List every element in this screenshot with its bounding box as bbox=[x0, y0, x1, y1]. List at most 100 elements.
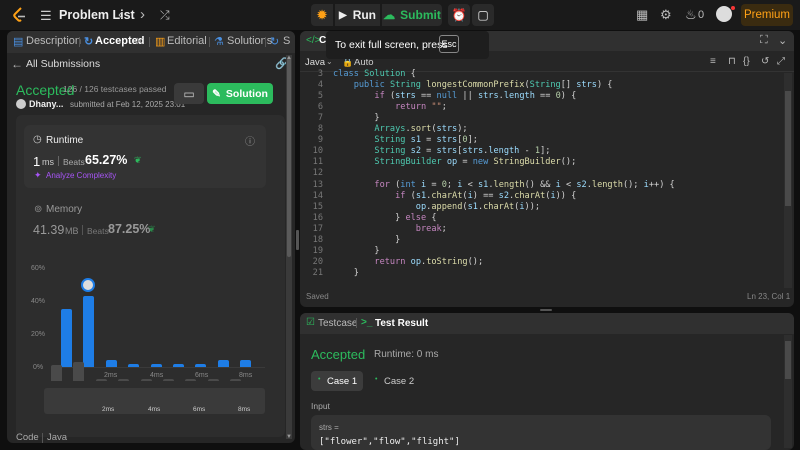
tab-description[interactable]: Description bbox=[26, 35, 81, 47]
user-avatar bbox=[16, 99, 26, 109]
case-1-label: Case 1 bbox=[327, 376, 358, 387]
line-number: 4 bbox=[317, 80, 323, 90]
y-tick: 20% bbox=[31, 331, 46, 338]
histogram-bar[interactable] bbox=[173, 363, 184, 367]
histogram-bar[interactable] bbox=[83, 296, 95, 367]
range-tick: 6ms bbox=[193, 406, 206, 413]
left-scrollbar-thumb[interactable] bbox=[287, 57, 291, 257]
line-number: 13 bbox=[312, 180, 323, 190]
notebook-button[interactable]: ▭ bbox=[174, 83, 204, 104]
submission-panel: ▤ Description ↻ Accepted ✕ ▥ Editorial ⚗… bbox=[7, 31, 295, 443]
cursor-position: Ln 23, Col 1 bbox=[747, 292, 791, 301]
book-icon: ▭ bbox=[183, 86, 195, 101]
bookmark-icon[interactable]: ⊓ bbox=[728, 56, 736, 67]
runtime-beats-label: Beats bbox=[63, 157, 85, 167]
username[interactable]: Dhany... bbox=[29, 99, 63, 109]
histogram-bar[interactable] bbox=[61, 309, 72, 367]
range-tick: 2ms bbox=[102, 406, 115, 413]
language-select[interactable]: Java bbox=[305, 57, 325, 68]
param-name: strs = bbox=[319, 423, 339, 432]
layout-icon[interactable]: ▦ bbox=[636, 7, 648, 23]
input-box: strs = ["flower","flow","flight"] bbox=[311, 415, 771, 450]
cloud-upload-icon: ☁ bbox=[383, 8, 396, 22]
code-line: if (strs == null || strs.length == 0) { bbox=[374, 91, 577, 101]
histogram-bar[interactable] bbox=[217, 360, 229, 367]
saved-status: Saved bbox=[306, 292, 329, 301]
problem-list-title[interactable]: Problem List bbox=[59, 8, 135, 22]
histogram-bar[interactable] bbox=[105, 360, 117, 367]
tab-test-result[interactable]: Test Result bbox=[375, 318, 428, 329]
tab-separator bbox=[209, 37, 210, 47]
reset-code-icon[interactable]: ↺ bbox=[761, 56, 769, 67]
vertical-resize-handle[interactable] bbox=[296, 230, 299, 250]
editor-scrollbar-thumb[interactable] bbox=[785, 91, 791, 206]
histogram-bar[interactable] bbox=[240, 360, 252, 367]
memory-value: 41.39 bbox=[33, 223, 65, 237]
left-tab-bar: ▤ Description ↻ Accepted ✕ ▥ Editorial ⚗… bbox=[7, 31, 295, 53]
submit-button[interactable]: ☁ Submit bbox=[382, 4, 442, 26]
timer-button[interactable]: ⏰ bbox=[448, 4, 470, 26]
runtime-card[interactable]: ◷ Runtime ⓘ 1 ms Beats 65.27% ❦ ✦ Analyz… bbox=[24, 125, 266, 188]
all-submissions-link[interactable]: All Submissions bbox=[26, 58, 100, 70]
result-status: Accepted bbox=[311, 347, 366, 362]
braces-icon[interactable]: {} bbox=[743, 56, 750, 67]
memory-label[interactable]: Memory bbox=[46, 204, 82, 215]
tooltip-text: To exit full screen, press bbox=[335, 39, 448, 51]
alarm-icon: ⏰ bbox=[451, 8, 467, 22]
input-label: Input bbox=[311, 401, 330, 411]
back-arrow-icon[interactable]: ← bbox=[11, 57, 23, 71]
code-line: for (int i = 0; i < s1.length() && i < s… bbox=[374, 180, 675, 190]
horizontal-resize-handle[interactable] bbox=[540, 309, 552, 311]
histogram-bar[interactable] bbox=[195, 363, 207, 367]
x-tick: 6ms bbox=[195, 372, 209, 379]
line-number: 6 bbox=[317, 102, 323, 112]
tab-submissions[interactable]: S bbox=[283, 35, 290, 47]
problem-list-icon[interactable]: ☰ bbox=[40, 8, 52, 24]
run-label: Run bbox=[352, 8, 377, 22]
leetcode-logo[interactable] bbox=[12, 7, 28, 23]
scroll-up-icon[interactable]: ▲ bbox=[286, 55, 292, 61]
info-icon[interactable]: ⓘ bbox=[245, 133, 255, 148]
result-runtime: Runtime: 0 ms bbox=[374, 349, 439, 360]
y-tick: 40% bbox=[31, 298, 46, 305]
range-tick: 4ms bbox=[148, 406, 161, 413]
settings-gear-icon[interactable]: ⚙ bbox=[660, 7, 672, 23]
range-preview-bar bbox=[230, 379, 242, 381]
line-number: 14 bbox=[312, 191, 323, 201]
next-problem-icon[interactable]: › bbox=[140, 6, 145, 23]
debug-button[interactable]: ✹ bbox=[311, 4, 333, 26]
editorial-icon: ▥ bbox=[155, 36, 166, 48]
tab-testcase[interactable]: Testcase bbox=[318, 318, 357, 329]
code-line: return ""; bbox=[395, 102, 447, 112]
code-line: } bbox=[333, 235, 401, 245]
settings-icon[interactable]: ⤢ bbox=[777, 56, 785, 67]
y-tick: 0% bbox=[33, 364, 44, 371]
analyze-complexity-link[interactable]: Analyze Complexity bbox=[46, 171, 116, 180]
fullscreen-icon[interactable]: ⛶ bbox=[760, 34, 768, 47]
scroll-down-icon[interactable]: ▼ bbox=[286, 434, 292, 440]
avatar[interactable] bbox=[716, 6, 732, 22]
histogram-bar[interactable] bbox=[150, 363, 162, 367]
notes-button[interactable]: ▢ bbox=[472, 4, 494, 26]
esc-key: Esc bbox=[439, 35, 459, 53]
format-code-icon[interactable]: ≡ bbox=[710, 56, 716, 67]
case-2-tab[interactable]: Case 2 bbox=[384, 376, 414, 387]
line-number: 15 bbox=[312, 202, 323, 212]
premium-button[interactable]: Premium bbox=[741, 4, 793, 26]
edit-icon: ✎ bbox=[212, 87, 221, 100]
prev-problem-icon[interactable]: ‹ bbox=[118, 6, 123, 23]
shuffle-icon[interactable]: ⤮ bbox=[160, 8, 170, 23]
solution-button[interactable]: ✎ Solution bbox=[207, 83, 273, 104]
run-button[interactable]: ▶ Run bbox=[335, 4, 380, 26]
range-preview-bar bbox=[95, 379, 107, 381]
streak-fire-icon[interactable]: ♨ bbox=[685, 7, 697, 23]
line-number: 20 bbox=[312, 257, 323, 267]
line-number: 9 bbox=[317, 135, 323, 145]
leaf-icon: ❦ bbox=[134, 155, 142, 165]
close-tab-icon[interactable]: ✕ bbox=[135, 35, 144, 48]
histogram-bar[interactable] bbox=[128, 363, 140, 367]
note-icon: ▢ bbox=[477, 8, 489, 22]
tab-editorial[interactable]: Editorial bbox=[167, 35, 207, 47]
result-scrollbar-thumb[interactable] bbox=[785, 341, 791, 379]
collapse-panel-icon[interactable]: ⌄ bbox=[778, 34, 787, 47]
